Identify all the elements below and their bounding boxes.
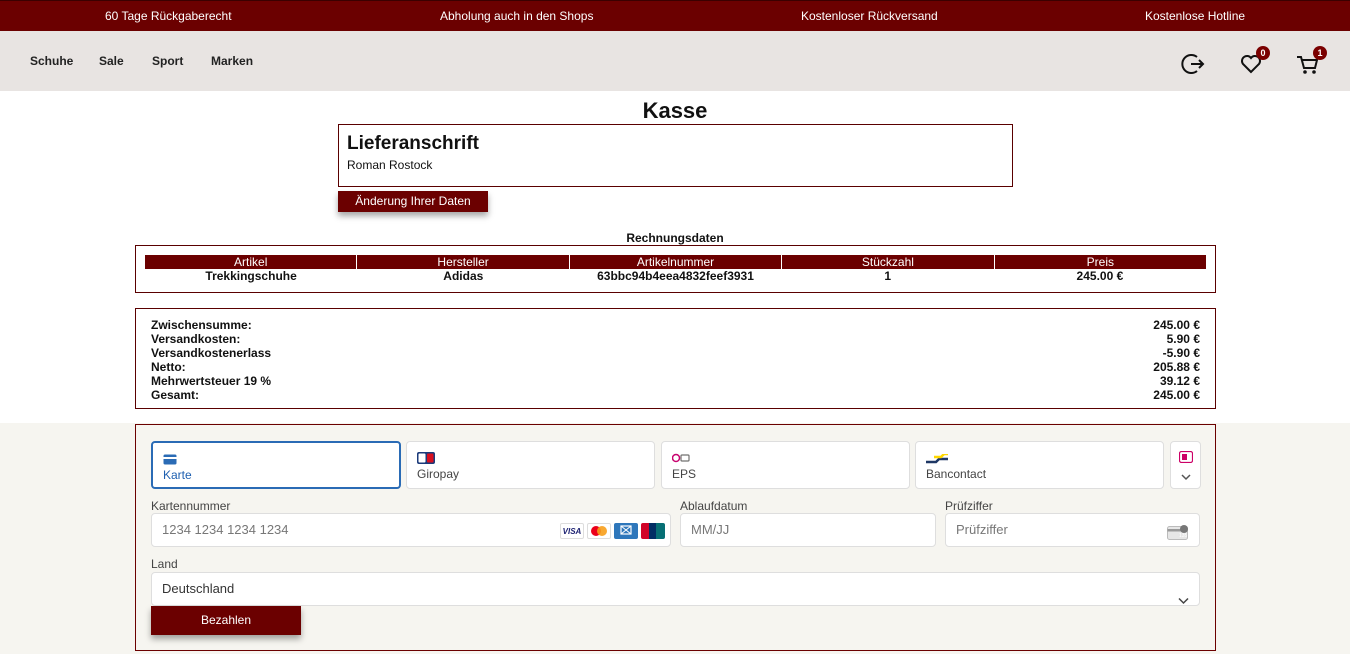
unionpay-icon [641, 523, 665, 539]
expiry-input[interactable]: MM/JJ [680, 513, 936, 547]
table-row: Trekkingschuhe Adidas 63bbc94b4eea4832fe… [145, 269, 1206, 284]
cvc-input[interactable]: Prüfziffer 135 [945, 513, 1200, 547]
main-nav: Schuhe Sale Sport Marken 0 1 [0, 31, 1350, 91]
logout-icon[interactable] [1181, 51, 1207, 77]
chevron-down-icon [1181, 468, 1191, 486]
cell-price: 245.00 € [1076, 269, 1124, 283]
shipping-address-name: Roman Rostock [347, 158, 433, 172]
invoice-title: Rechnungsdaten [626, 231, 724, 245]
announcement-hotline: Kostenlose Hotline [1145, 9, 1246, 23]
announcement-free-return: Kostenloser Rückversand [801, 9, 938, 23]
card-number-placeholder: 1234 1234 1234 1234 [162, 522, 289, 537]
col-header-price: Preis [1086, 255, 1114, 269]
chevron-down-icon [1178, 585, 1189, 617]
payment-method-bancontact[interactable]: Bancontact [915, 441, 1164, 489]
col-header-manufacturer: Hersteller [357, 255, 570, 269]
nav-link-sale[interactable]: Sale [99, 54, 124, 68]
payment-method-card-label: Karte [163, 468, 192, 482]
payment-method-eps[interactable]: EPS [661, 441, 910, 489]
shipping-address-heading: Lieferanschrift [347, 133, 479, 154]
total-row-shipping: Versandkosten: 5.90 € [151, 332, 1200, 346]
country-value: Deutschland [162, 581, 235, 596]
col-header-article-number: Artikelnummer [570, 255, 783, 269]
invoice-header-row: Artikel Hersteller Artikelnummer Stückza… [145, 255, 1206, 269]
announcement-pickup: Abholung auch in den Shops [440, 9, 594, 23]
wishlist-count-badge: 0 [1256, 46, 1270, 60]
card-number-label: Kartennummer [151, 499, 231, 513]
total-row-vat: Mehrwertsteuer 19 % 39.12 € [151, 374, 1200, 388]
announcement-returns: 60 Tage Rückgaberecht [105, 9, 232, 23]
payment-method-eps-label: EPS [672, 467, 697, 481]
page-title: Kasse [642, 98, 708, 123]
total-row-grand-total: Gesamt: 245.00 € [151, 388, 1200, 402]
nav-link-marken[interactable]: Marken [211, 54, 253, 68]
payment-method-giropay-label: Giropay [417, 467, 460, 481]
mastercard-icon [587, 523, 611, 539]
cell-article-number: 63bbc94b4eea4832feef3931 [597, 269, 754, 283]
cvc-badge: 135 [1179, 533, 1188, 539]
country-label: Land [151, 557, 178, 571]
invoice-table: Artikel Hersteller Artikelnummer Stückza… [135, 245, 1216, 293]
amex-icon [614, 523, 638, 539]
nav-link-sport[interactable]: Sport [152, 54, 183, 68]
col-header-article: Artikel [145, 255, 358, 269]
cvc-placeholder: Prüfziffer [956, 522, 1008, 537]
payment-form: Karte Giropay EPS Bancontact Kartennumme… [135, 424, 1216, 651]
country-select[interactable]: Deutschland [151, 572, 1200, 606]
visa-icon: VISA [560, 523, 584, 539]
total-row-net: Netto: 205.88 € [151, 360, 1200, 374]
wishlist-button[interactable]: 0 [1238, 46, 1270, 77]
payment-method-card[interactable]: Karte [151, 441, 401, 489]
cart-count-badge: 1 [1313, 46, 1327, 60]
cell-manufacturer: Adidas [443, 269, 484, 283]
cell-quantity: 1 [884, 269, 892, 283]
cvc-label: Prüfziffer [945, 499, 993, 513]
payment-section: Karte Giropay EPS Bancontact Kartennumme… [0, 423, 1350, 654]
cart-button[interactable]: 1 [1295, 46, 1327, 77]
order-totals: Zwischensumme: 245.00 € Versandkosten: 5.9… [135, 308, 1216, 409]
payment-method-giropay[interactable]: Giropay [406, 441, 655, 489]
card-number-input[interactable]: 1234 1234 1234 1234 VISA [151, 513, 671, 547]
cvc-card-icon: 135 [1167, 521, 1189, 540]
col-header-quantity: Stückzahl [782, 255, 995, 269]
payment-method-bancontact-label: Bancontact [926, 467, 987, 481]
more-payment-methods[interactable] [1170, 441, 1201, 489]
total-row-shipping-discount: Versandkostenerlass -5.90 € [151, 346, 1200, 360]
cell-article: Trekkingschuhe [205, 269, 297, 283]
announcement-bar: 60 Tage Rückgaberecht Abholung auch in d… [0, 0, 1350, 31]
expiry-placeholder: MM/JJ [691, 522, 730, 537]
pay-button[interactable]: Bezahlen [151, 606, 301, 635]
total-row-subtotal: Zwischensumme: 245.00 € [151, 318, 1200, 332]
expiry-label: Ablaufdatum [680, 499, 748, 513]
change-data-button[interactable]: Änderung Ihrer Daten [338, 191, 488, 212]
ideal-icon [1178, 450, 1194, 468]
nav-link-schuhe[interactable]: Schuhe [30, 54, 73, 68]
shipping-address-box: Lieferanschrift Roman Rostock [338, 124, 1013, 187]
